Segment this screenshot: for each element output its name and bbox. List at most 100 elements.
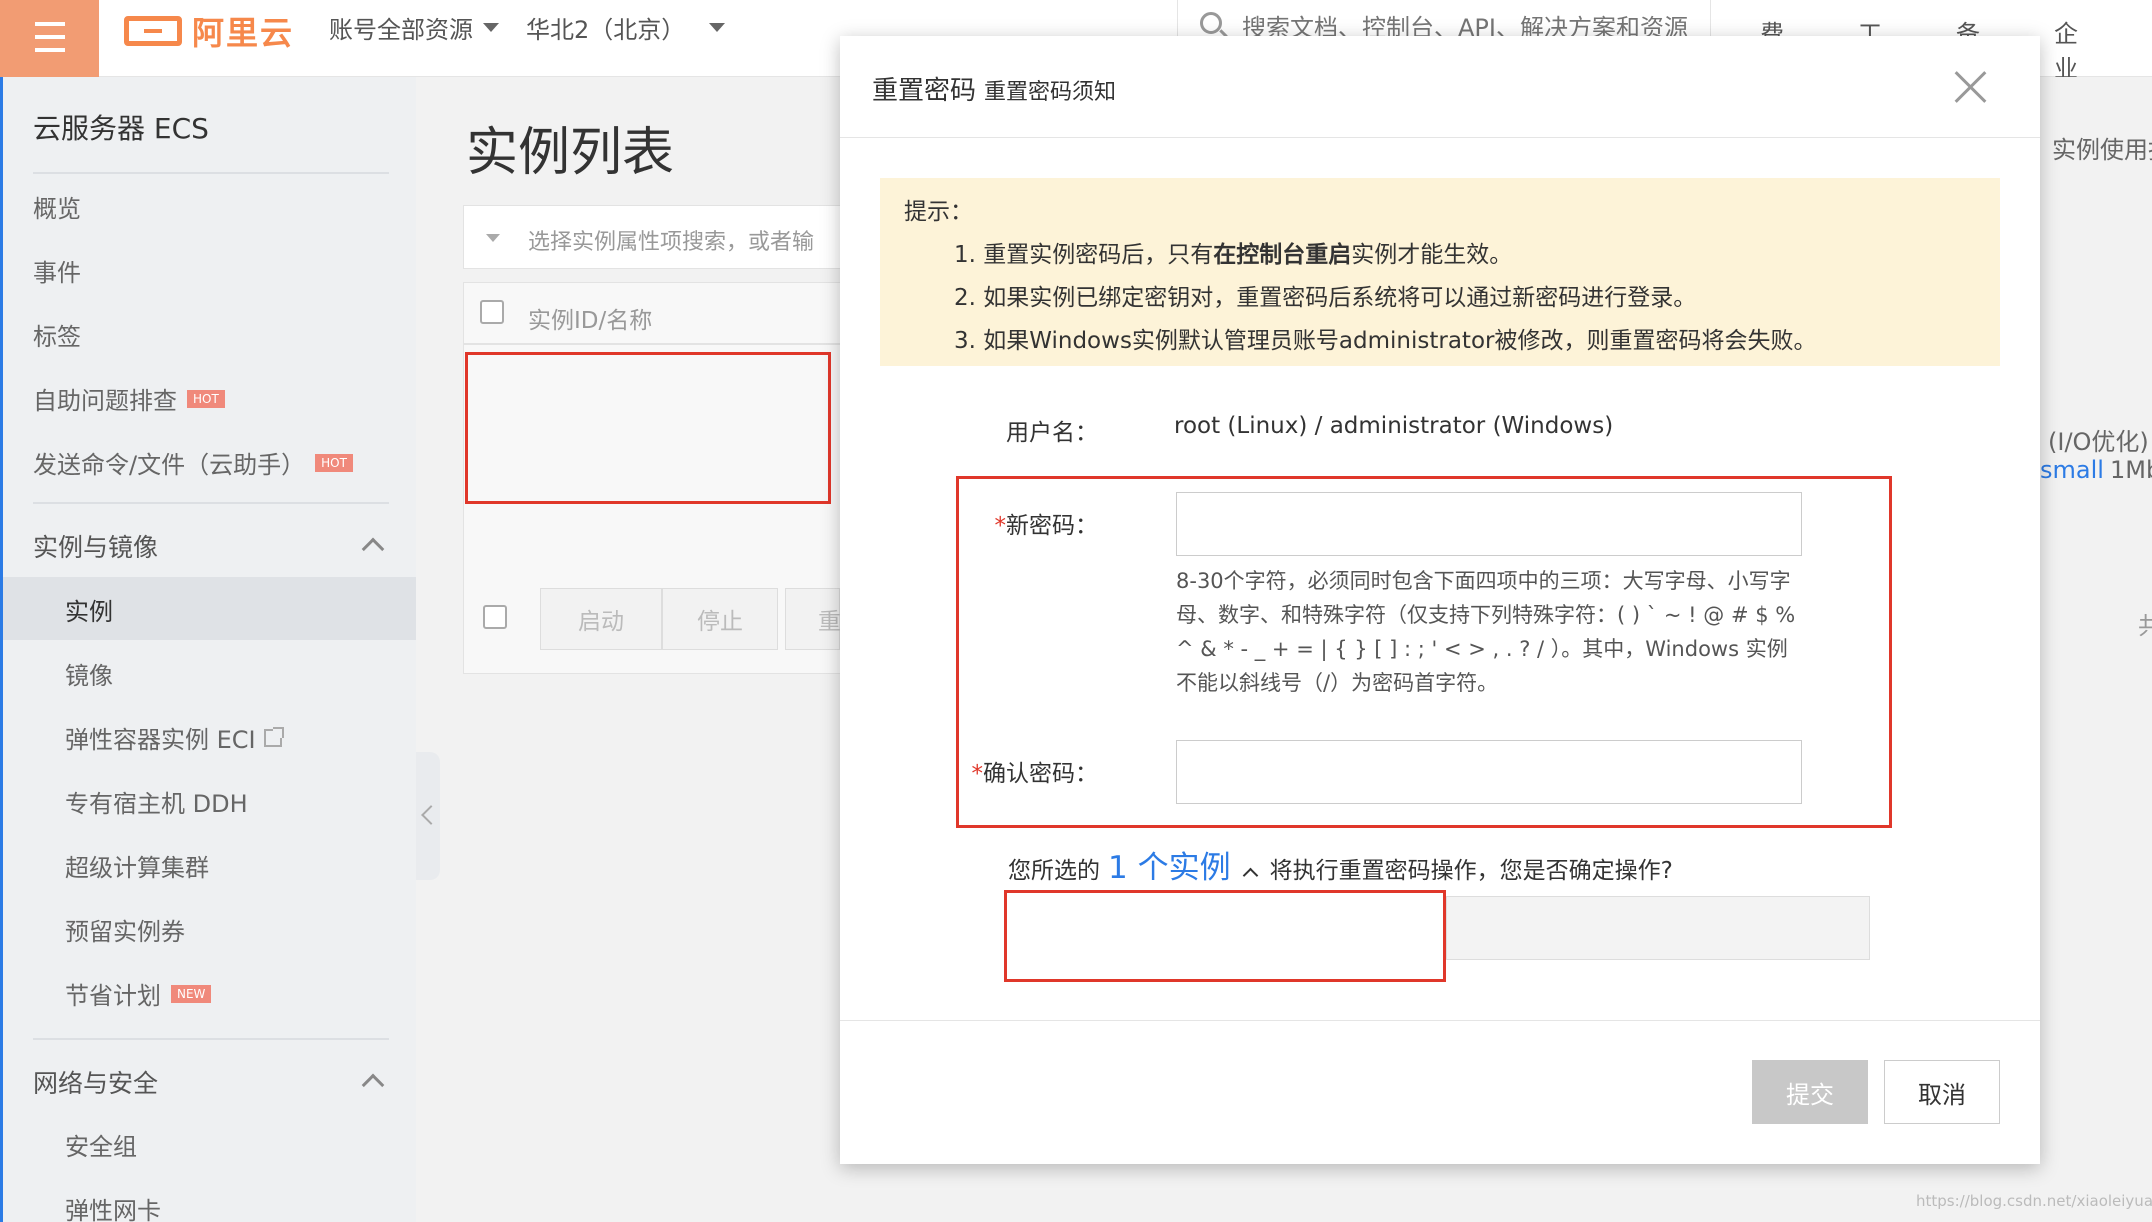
close-icon[interactable] <box>1950 66 1992 108</box>
tip-title: 提示： <box>904 199 973 225</box>
sidebar-item-label: 安全组 <box>65 1133 137 1161</box>
sidebar-item-label: 预留实例券 <box>65 918 185 946</box>
new-password-input[interactable] <box>1176 492 1802 556</box>
menu-icon[interactable] <box>0 0 99 77</box>
reset-password-dialog: 重置密码 重置密码须知 提示： 1. 重置实例密码后，只有在控制台重启实例才能生效… <box>840 36 2040 1164</box>
tip-panel: 提示： 1. 重置实例密码后，只有在控制台重启实例才能生效。 2. 如果实例已绑… <box>880 178 2000 366</box>
sidebar-item-send-command[interactable]: 发送命令/文件（云助手） HOT <box>33 445 353 480</box>
sidebar-item-instances[interactable]: 实例 <box>65 592 113 627</box>
highlight-box-instance-row <box>465 352 831 504</box>
sidebar-item-label: 节省计划 <box>65 982 161 1010</box>
sidebar-divider <box>33 502 389 504</box>
submit-button[interactable]: 提交 <box>1752 1060 1868 1124</box>
confirm-password-label: *确认密码： <box>918 754 1099 788</box>
start-button[interactable]: 启动 <box>540 588 662 650</box>
sidebar-item-label: 事件 <box>33 259 81 287</box>
required-mark: * <box>971 761 984 787</box>
watermark: https://blog.csdn.net/xiaoleiyuan <box>1916 1192 2152 1210</box>
sidebar-divider <box>33 172 389 174</box>
selected-instances-panel <box>1446 896 1870 960</box>
table-header: 实例ID/名称 <box>463 282 883 344</box>
total-count-text: 共 <box>2138 612 2152 640</box>
cancel-button[interactable]: 取消 <box>1884 1060 2000 1124</box>
dialog-title: 重置密码 重置密码须知 <box>872 70 1116 107</box>
chevron-up-icon[interactable] <box>361 537 385 561</box>
new-badge: NEW <box>171 984 212 1003</box>
sidebar-item-supercomputing-cluster[interactable]: 超级计算集群 <box>65 848 209 883</box>
password-rules-hint: 8-30个字符，必须同时包含下面四项中的三项：大写字母、小写字母、数字、和特殊字… <box>1176 569 1796 695</box>
required-mark: * <box>994 513 1007 539</box>
tip-item-1-post: 实例才能生效。 <box>1351 242 1513 268</box>
region-dropdown-label: 华北2（北京） <box>526 16 686 44</box>
sidebar-item-tags[interactable]: 标签 <box>33 317 81 352</box>
instance-type-link[interactable]: small <box>2040 456 2104 484</box>
account-resource-dropdown[interactable]: 账号全部资源 <box>329 10 499 45</box>
hot-badge: HOT <box>187 389 225 408</box>
sidebar-title: 云服务器 ECS <box>33 112 209 145</box>
confirm-password-input[interactable] <box>1176 740 1802 804</box>
confirm-suffix: 将执行重置密码操作，您是否确定操作? <box>1269 858 1673 884</box>
selected-instances-link[interactable]: 1 个实例 <box>1108 842 1231 887</box>
caret-down-icon <box>486 234 500 242</box>
sidebar-item-security-group[interactable]: 安全组 <box>65 1127 137 1162</box>
sidebar-item-images[interactable]: 镜像 <box>65 656 113 691</box>
tip-item-2: 2. 如果实例已绑定密钥对，重置密码后系统将可以通过新密码进行登录。 <box>954 285 1697 311</box>
caret-down-icon <box>483 23 499 32</box>
page-title: 实例列表 <box>466 123 675 183</box>
io-optimized-text: (I/O优化) <box>2048 428 2149 456</box>
column-header-instance-id: 实例ID/名称 <box>528 308 653 334</box>
search-icon <box>1200 12 1222 34</box>
sidebar: 云服务器 ECS 概览 事件 标签 自助问题排查 HOT 发送命令/文件（云助手… <box>0 77 416 1222</box>
top-link-enterprise[interactable]: 企业 <box>2054 14 2086 84</box>
highlight-box-selected-instance <box>1004 890 1446 982</box>
bandwidth-text: 1Mb <box>2110 456 2152 484</box>
hot-badge: HOT <box>315 453 353 472</box>
username-label: 用户名： <box>1006 420 1098 446</box>
sidebar-item-overview[interactable]: 概览 <box>33 189 81 224</box>
region-dropdown[interactable]: 华北2（北京） <box>526 10 726 45</box>
instance-usage-guide-link[interactable]: 实例使用指 <box>2052 130 2152 165</box>
sidebar-item-eni[interactable]: 弹性网卡 <box>65 1191 161 1222</box>
sidebar-item-label: 发送命令/文件（云助手） <box>33 451 306 479</box>
sidebar-divider <box>33 1038 389 1040</box>
sidebar-item-self-troubleshoot[interactable]: 自助问题排查 HOT <box>33 381 225 416</box>
restart-button[interactable]: 重 <box>785 588 841 650</box>
stop-button[interactable]: 停止 <box>662 588 778 650</box>
chevron-up-icon[interactable] <box>1242 867 1258 884</box>
sidebar-item-reserved-instances[interactable]: 预留实例券 <box>65 912 185 947</box>
dialog-subtitle[interactable]: 重置密码须知 <box>984 80 1116 105</box>
aliyun-logo-icon <box>124 16 182 46</box>
sidebar-item-label: 弹性容器实例 ECI <box>65 726 256 754</box>
filter-placeholder: 选择实例属性项搜索，或者输 <box>528 230 815 255</box>
dialog-title-text: 重置密码 <box>872 76 977 106</box>
new-password-label-text: 新密码： <box>1006 513 1098 539</box>
sidebar-item-ddh[interactable]: 专有宿主机 DDH <box>65 784 248 819</box>
select-all-checkbox[interactable] <box>480 300 504 324</box>
aliyun-logo[interactable]: 阿里云 <box>124 8 294 54</box>
chevron-up-icon[interactable] <box>361 1073 385 1097</box>
tip-item-1: 1. 重置实例密码后，只有在控制台重启实例才能生效。 <box>904 235 1976 269</box>
logo-text: 阿里云 <box>192 14 295 52</box>
account-dropdown-label: 账号全部资源 <box>329 16 473 44</box>
sidebar-item-label: 超级计算集群 <box>65 854 209 882</box>
sidebar-section-instances-images[interactable]: 实例与镜像 <box>33 528 158 564</box>
sidebar-item-label: 标签 <box>33 323 81 351</box>
batch-select-checkbox[interactable] <box>483 605 507 629</box>
dialog-footer-divider <box>840 1020 2040 1021</box>
tip-item-3: 3. 如果Windows实例默认管理员账号administrator被修改，则重… <box>954 328 1817 354</box>
sidebar-item-events[interactable]: 事件 <box>33 253 81 288</box>
sidebar-item-savings-plan[interactable]: 节省计划 NEW <box>65 976 212 1011</box>
confirm-prefix: 您所选的 <box>1008 858 1100 884</box>
new-password-label: *新密码： <box>918 506 1099 540</box>
sidebar-collapse-handle[interactable] <box>416 752 440 880</box>
tip-item-1-bold: 在控制台重启 <box>1213 242 1352 268</box>
confirm-password-label-text: 确认密码： <box>983 761 1098 787</box>
sidebar-item-label: 实例 <box>65 598 113 626</box>
confirm-message: 您所选的 1 个实例 将执行重置密码操作，您是否确定操作? <box>1008 842 1673 887</box>
caret-down-icon <box>709 23 726 32</box>
instance-filter-search[interactable]: 选择实例属性项搜索，或者输 <box>463 205 883 269</box>
sidebar-section-network-security[interactable]: 网络与安全 <box>33 1064 158 1100</box>
username-value: root (Linux) / administrator (Windows) <box>1174 413 1614 439</box>
sidebar-item-label: 概览 <box>33 195 81 223</box>
sidebar-item-eci[interactable]: 弹性容器实例 ECI <box>65 720 284 755</box>
